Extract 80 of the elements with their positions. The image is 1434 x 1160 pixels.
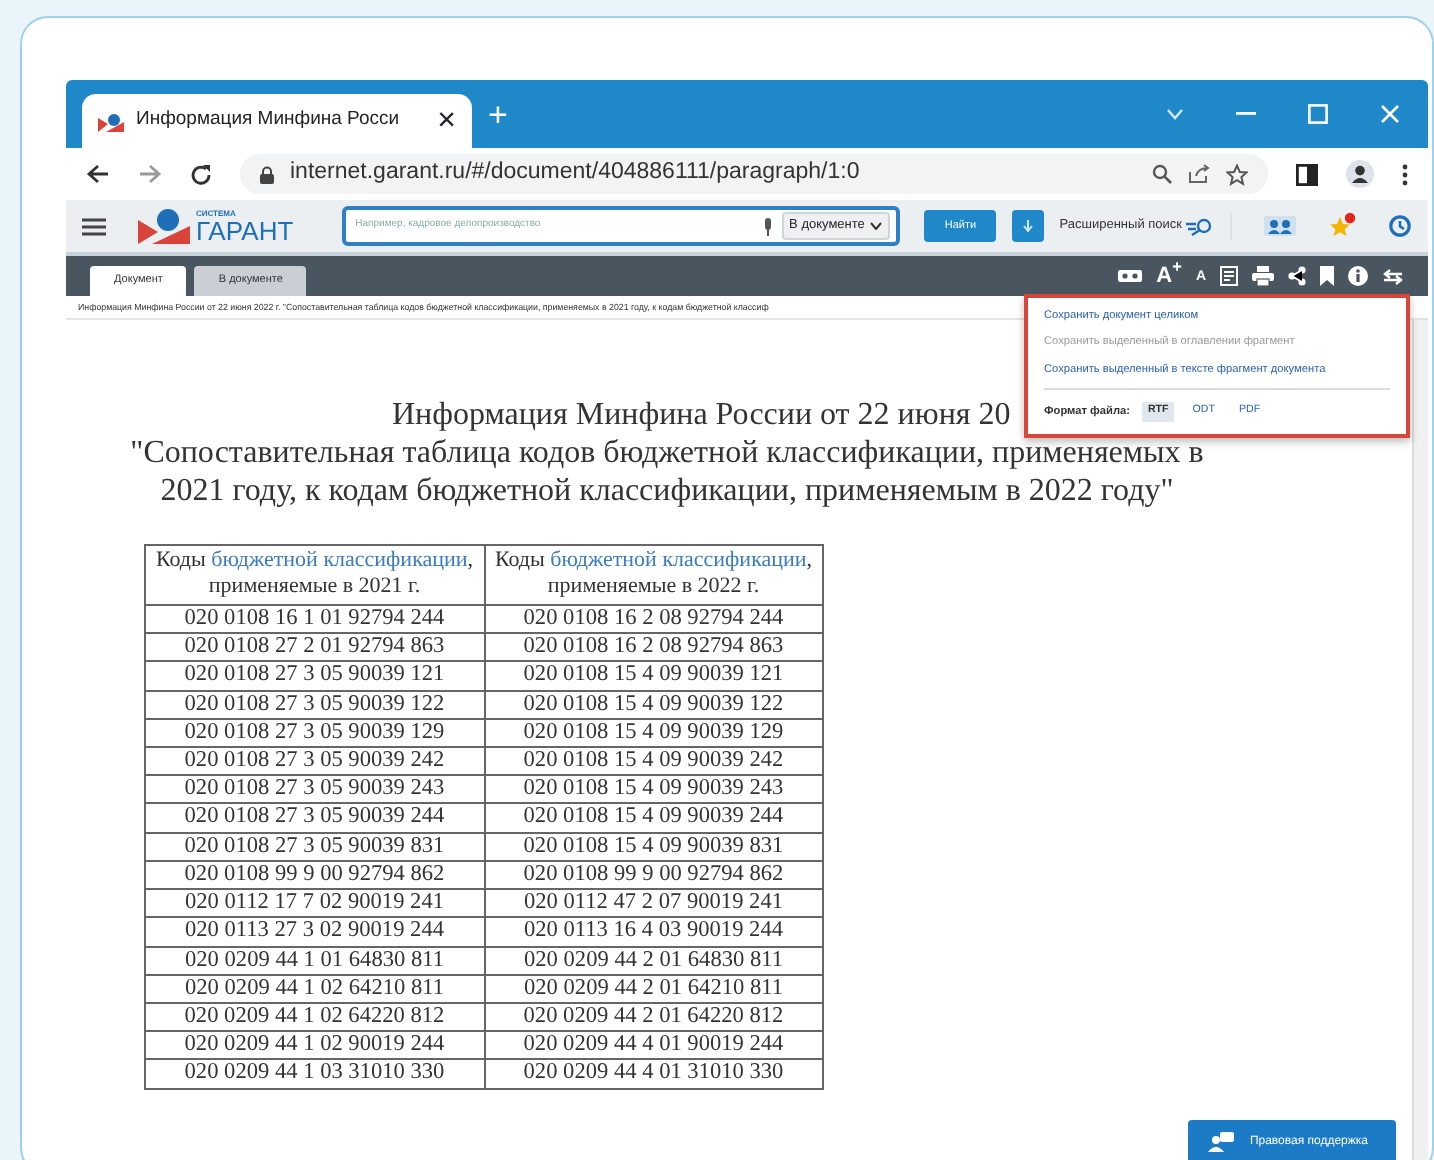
lock-icon (260, 165, 274, 183)
table-cell: 020 0209 44 2 01 64220 812 (484, 1002, 823, 1032)
document-icon[interactable] (1220, 266, 1238, 286)
profile-icon[interactable] (1346, 160, 1374, 188)
column-header: Коды бюджетной классификации, применяемые в 2021 г. (145, 544, 484, 606)
table-cell: 020 0108 15 4 09 90039 243 (484, 775, 823, 804)
document-subtitle: "Сопоставительная таблица кодов бюджетной классификации, применяемых в 2021 году, к кодам бюджетной классификации, применяемым в 2022 году" (128, 434, 1206, 512)
side-panel-icon[interactable] (1296, 163, 1318, 185)
close-icon[interactable] (1380, 104, 1400, 124)
minimize-icon[interactable] (1236, 112, 1256, 116)
chat-icon (1207, 1132, 1234, 1152)
bookmark-icon[interactable] (1320, 266, 1334, 286)
zoom-icon[interactable] (1152, 164, 1172, 184)
star-icon[interactable] (1328, 212, 1356, 240)
table-cell: 020 0108 99 9 00 92794 862 (145, 860, 484, 890)
table-cell: 020 0108 27 3 05 90039 831 (145, 832, 484, 861)
table-cell: 020 0108 99 9 00 92794 862 (484, 860, 823, 890)
table-cell: 020 0113 16 4 03 90019 244 (484, 917, 823, 946)
people-icon[interactable] (1264, 216, 1296, 236)
star-icon[interactable] (1226, 163, 1248, 185)
table-cell: 020 0108 27 3 05 90039 129 (145, 718, 484, 748)
table-cell: 020 0108 27 3 05 90039 122 (145, 690, 484, 719)
logo-text: ГАРАНТ (196, 217, 294, 243)
document-title: Информация Минфина России от 22 июня 20 (392, 396, 1011, 435)
table-cell: 020 0209 44 4 01 90019 244 (484, 1031, 823, 1060)
arrow-down-icon (1021, 220, 1034, 232)
table-cell: 020 0112 17 7 02 90019 241 (145, 889, 484, 918)
table-cell: 020 0209 44 2 01 64210 811 (484, 974, 823, 1003)
table-cell: 020 0108 27 3 05 90039 244 (145, 803, 484, 833)
table-cell: 020 0108 15 4 09 90039 242 (484, 747, 823, 776)
table-cell: 020 0108 16 2 08 92794 244 (484, 605, 823, 634)
font-larger-button[interactable]: A$^{+}$ (1156, 265, 1182, 287)
term-link[interactable]: бюджетной классификации (550, 547, 807, 572)
close-tab-button[interactable]: × (437, 105, 456, 137)
tape-icon[interactable] (1118, 268, 1143, 284)
search-icon (1186, 217, 1214, 235)
logo-icon (138, 208, 190, 244)
table-cell: 020 0113 27 3 02 90019 244 (145, 917, 484, 946)
address-bar[interactable]: internet.garant.ru/#/document/404886111/paragraph/1:0 (240, 154, 1268, 194)
table-cell: 020 0108 15 4 09 90039 129 (484, 718, 823, 748)
term-link[interactable]: бюджетной классификации (211, 547, 468, 572)
print-icon[interactable] (1252, 266, 1274, 286)
table-cell: 020 0209 44 1 02 64220 812 (145, 1002, 484, 1032)
column-header: Коды бюджетной классификации, применяемые в 2022 г. (484, 544, 823, 606)
table-cell: 020 0209 44 4 01 31010 330 (484, 1059, 823, 1089)
table-cell: 020 0108 27 2 01 92794 863 (145, 633, 484, 662)
table-cell: 020 0209 44 1 03 31010 330 (145, 1059, 484, 1089)
table-cell: 020 0108 15 4 09 90039 831 (484, 832, 823, 861)
table-cell: 020 0108 16 2 08 92794 863 (484, 633, 823, 662)
add-button[interactable] (1012, 210, 1044, 242)
table-cell: 020 0209 44 2 01 64830 811 (484, 946, 823, 975)
tab-title: Информация Минфина Росси (136, 106, 400, 135)
history-icon[interactable] (1388, 214, 1412, 238)
table-cell: 020 0108 16 1 01 92794 244 (145, 605, 484, 634)
caret-icon (870, 222, 883, 230)
table-cell: 020 0108 27 3 05 90039 242 (145, 747, 484, 776)
maximize-icon[interactable] (1308, 104, 1328, 124)
reload-icon[interactable] (190, 163, 212, 185)
logo-icon (98, 111, 124, 131)
table-cell: 020 0209 44 1 01 64830 811 (145, 946, 484, 975)
table-cell: 020 0112 47 2 07 90019 241 (484, 889, 823, 918)
browser-tab[interactable]: Информация Минфина Росси × (82, 94, 472, 148)
menu-icon[interactable] (82, 217, 106, 235)
table-cell: 020 0108 27 3 05 90039 121 (145, 661, 484, 691)
info-icon[interactable] (1348, 266, 1368, 286)
table-cell: 020 0108 15 4 09 90039 122 (484, 690, 823, 719)
more-icon[interactable] (1402, 163, 1408, 185)
microphone-icon[interactable] (761, 217, 774, 235)
table-cell: 020 0108 27 3 05 90039 243 (145, 775, 484, 804)
forward-arrow-icon[interactable] (138, 164, 162, 184)
url-text: internet.garant.ru/#/document/404886111/paragraph/1:0 (290, 158, 862, 189)
table-cell: 020 0209 44 1 02 90019 244 (145, 1031, 484, 1060)
back-arrow-icon[interactable] (86, 164, 110, 184)
chevron-down-icon[interactable] (1166, 108, 1184, 120)
swap-icon[interactable] (1382, 267, 1404, 285)
table-cell: 020 0108 15 4 09 90039 121 (484, 661, 823, 691)
new-tab-button[interactable]: + (488, 97, 508, 131)
table-cell: 020 0108 15 4 09 90039 244 (484, 803, 823, 833)
table-cell: 020 0209 44 1 02 64210 811 (145, 974, 484, 1003)
scrollbar[interactable] (1412, 320, 1428, 1160)
